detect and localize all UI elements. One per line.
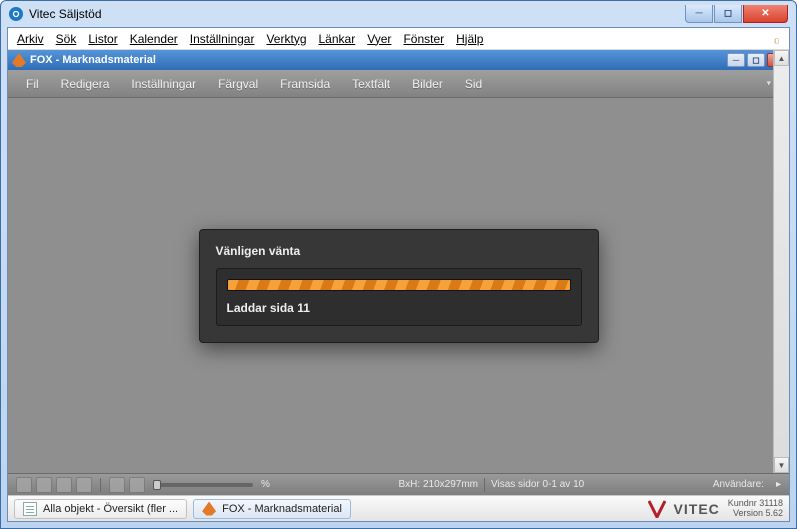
- divider: [484, 478, 485, 492]
- zoom-out-icon[interactable]: [129, 477, 145, 493]
- menubar: Arkiv Sök Listor Kalender Inställningar …: [8, 28, 789, 50]
- app-icon: [9, 7, 23, 21]
- fox-zoom-tools: [109, 477, 145, 493]
- notebook-icon[interactable]: [769, 31, 785, 47]
- fox-menu-fil[interactable]: Fil: [26, 77, 39, 91]
- taskbar: Alla objekt - Översikt (fler ... FOX - M…: [8, 495, 789, 521]
- menu-installningar[interactable]: Inställningar: [185, 30, 260, 48]
- user-label: Användare:: [713, 479, 764, 490]
- menu-fonster[interactable]: Fönster: [398, 30, 449, 48]
- taskbar-tab-fox[interactable]: FOX - Marknadsmaterial: [193, 499, 351, 519]
- taskbar-tab-overview[interactable]: Alla objekt - Översikt (fler ...: [14, 499, 187, 519]
- close-button[interactable]: ✕: [743, 5, 788, 23]
- brand-logo-icon: [648, 500, 666, 518]
- zoom-percent-label: %: [261, 479, 270, 490]
- menu-lankar[interactable]: Länkar: [314, 30, 361, 48]
- brand-meta: Kundnr 31118 Version 5.62: [728, 499, 783, 519]
- zoom-slider[interactable]: [153, 483, 253, 487]
- menu-hjalp[interactable]: Hjälp: [451, 30, 488, 48]
- menu-listor[interactable]: Listor: [83, 30, 122, 48]
- scroll-track[interactable]: [774, 66, 789, 457]
- page-range: Visas sidor 0-1 av 10: [491, 479, 584, 490]
- fox-menu-bilder[interactable]: Bilder: [412, 77, 443, 91]
- taskbar-tab-label: Alla objekt - Översikt (fler ...: [43, 503, 178, 515]
- progress-fill: [228, 280, 570, 290]
- scroll-up-icon[interactable]: ▲: [774, 50, 789, 66]
- fox-toolbar: Fil Redigera Inställningar Färgval Frams…: [8, 70, 789, 98]
- titlebar[interactable]: Vitec Säljstöd ─ ◻ ✕: [7, 1, 790, 27]
- progress-bar: [227, 279, 571, 291]
- fox-menu-sid[interactable]: Sid: [465, 77, 482, 91]
- maximize-button[interactable]: ◻: [714, 5, 742, 23]
- tool-icon-1[interactable]: [16, 477, 32, 493]
- fox-icon: [202, 502, 216, 516]
- client-area: Arkiv Sök Listor Kalender Inställningar …: [7, 27, 790, 522]
- wait-dialog: Vänligen vänta Laddar sida 11: [199, 229, 599, 343]
- document-icon: [23, 502, 37, 516]
- fox-icon: [12, 53, 26, 67]
- fox-menu-installningar[interactable]: Inställningar: [131, 77, 196, 91]
- fox-status-tools: [16, 477, 92, 493]
- taskbar-tab-label: FOX - Marknadsmaterial: [222, 503, 342, 515]
- fox-menu-textfalt[interactable]: Textfält: [352, 77, 390, 91]
- fox-title: FOX - Marknadsmaterial: [30, 54, 156, 66]
- fox-window: FOX - Marknadsmaterial ─ ◻ ✕ Fil Rediger…: [8, 50, 789, 495]
- minimize-button[interactable]: ─: [685, 5, 713, 23]
- fox-maximize-button[interactable]: ◻: [747, 53, 765, 67]
- tool-icon-2[interactable]: [36, 477, 52, 493]
- fox-menu-framsida[interactable]: Framsida: [280, 77, 330, 91]
- fox-body: Vänligen vänta Laddar sida 11: [8, 98, 789, 473]
- window-title: Vitec Säljstöd: [29, 7, 102, 21]
- fox-titlebar[interactable]: FOX - Marknadsmaterial ─ ◻ ✕: [8, 50, 789, 70]
- zoom-in-icon[interactable]: [109, 477, 125, 493]
- app-window: Vitec Säljstöd ─ ◻ ✕ Arkiv Sök Listor Ka…: [0, 0, 797, 529]
- menu-verktyg[interactable]: Verktyg: [261, 30, 311, 48]
- wait-dialog-message: Laddar sida 11: [227, 301, 571, 315]
- fox-menu-fargval[interactable]: Färgval: [218, 77, 258, 91]
- menu-kalender[interactable]: Kalender: [125, 30, 183, 48]
- fox-menu-redigera[interactable]: Redigera: [61, 77, 110, 91]
- scroll-down-icon[interactable]: ▼: [774, 457, 789, 473]
- tool-icon-4[interactable]: [76, 477, 92, 493]
- status-expand-icon[interactable]: ▸: [776, 479, 781, 490]
- divider: [100, 478, 101, 492]
- menu-arkiv[interactable]: Arkiv: [12, 30, 49, 48]
- tool-icon-3[interactable]: [56, 477, 72, 493]
- version-label: Version 5.62: [728, 509, 783, 519]
- window-buttons: ─ ◻ ✕: [684, 5, 788, 23]
- vertical-scrollbar[interactable]: ▲ ▼: [773, 50, 789, 473]
- fox-minimize-button[interactable]: ─: [727, 53, 745, 67]
- brand-area: VITEC Kundnr 31118 Version 5.62: [648, 499, 783, 519]
- fox-toolbar-dropdown-icon[interactable]: ▾: [766, 78, 771, 89]
- fox-statusbar: % BxH: 210x297mm Visas sidor 0-1 av 10 A…: [8, 473, 789, 495]
- wait-dialog-header: Vänligen vänta: [216, 244, 582, 258]
- page-dimensions: BxH: 210x297mm: [399, 479, 478, 490]
- brand-name: VITEC: [674, 501, 720, 517]
- mdi-area: FOX - Marknadsmaterial ─ ◻ ✕ Fil Rediger…: [8, 50, 789, 495]
- zoom-slider-handle[interactable]: [153, 480, 161, 490]
- menu-vyer[interactable]: Vyer: [362, 30, 396, 48]
- menu-sok[interactable]: Sök: [51, 30, 82, 48]
